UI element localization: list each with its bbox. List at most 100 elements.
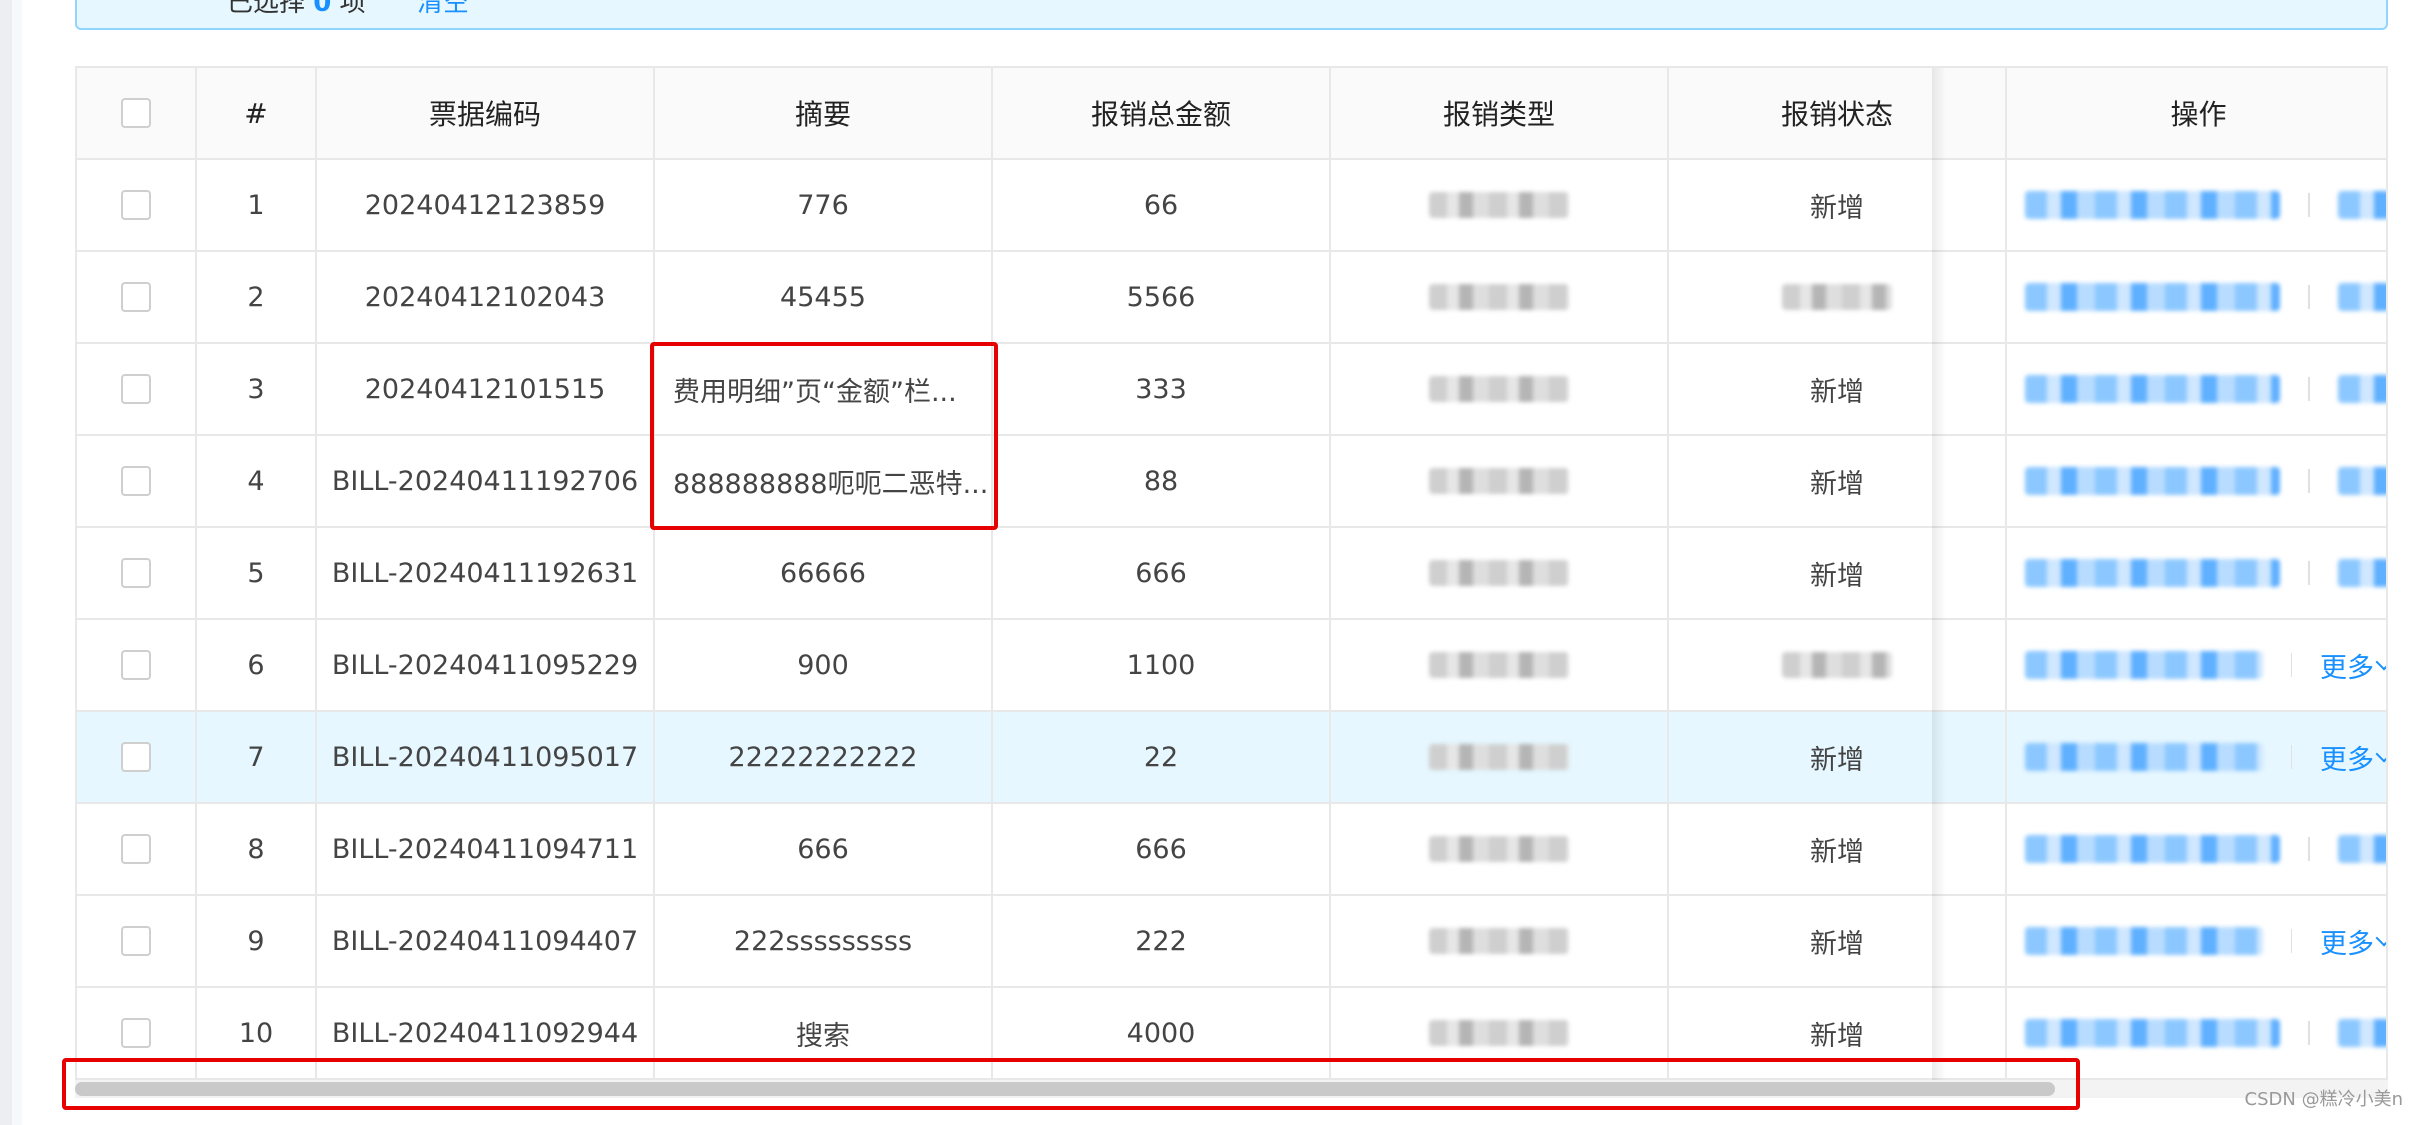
blurred-status-text (1782, 284, 1892, 310)
blurred-more-link[interactable] (2337, 559, 2386, 587)
row-total-amount: 666 (993, 804, 1331, 896)
row-select-cell (77, 528, 197, 620)
row-checkbox[interactable] (121, 466, 151, 496)
row-summary: 搜索 (655, 988, 993, 1080)
blurred-more-link[interactable] (2337, 375, 2386, 403)
page-left-gutter (0, 0, 12, 1125)
horizontal-scrollbar-thumb[interactable] (75, 1082, 2055, 1096)
row-checkbox[interactable] (121, 558, 151, 588)
row-reimbursement-status: 新增 (1669, 436, 2007, 528)
header-summary: 摘要 (655, 68, 993, 160)
row-bill-code: 20240412123859 (317, 160, 655, 252)
row-index: 7 (197, 712, 317, 804)
more-dropdown-link[interactable]: 更多 (2320, 738, 2386, 777)
row-checkbox[interactable] (121, 374, 151, 404)
row-select-cell (77, 988, 197, 1080)
row-checkbox[interactable] (121, 834, 151, 864)
row-select-cell (77, 160, 197, 252)
selection-count: 0 (313, 0, 332, 18)
blurred-more-link[interactable] (2337, 1019, 2386, 1047)
row-bill-code: BILL-20240411095017 (317, 712, 655, 804)
row-summary: 888888888呃呃二恶特... (655, 436, 993, 528)
blurred-action-links[interactable] (2025, 743, 2263, 771)
row-bill-code: BILL-20240411092944 (317, 988, 655, 1080)
blurred-more-link[interactable] (2337, 191, 2386, 219)
table-row[interactable]: 5 BILL-20240411192631 66666 666 新增 (77, 528, 2386, 620)
row-total-amount: 666 (993, 528, 1331, 620)
blurred-action-links[interactable] (2025, 927, 2263, 955)
row-reimbursement-status: 新增 (1669, 160, 2007, 252)
row-bill-code: BILL-20240411095229 (317, 620, 655, 712)
row-index: 10 (197, 988, 317, 1080)
row-reimbursement-type (1331, 436, 1669, 528)
table-row[interactable]: 9 BILL-20240411094407 222sssssssss 222 新增 更多 (77, 896, 2386, 988)
table-row[interactable]: 4 BILL-20240411192706 888888888呃呃二恶特... 88 新… (77, 436, 2386, 528)
table-row[interactable]: 1 20240412123859 776 66 新增 (77, 160, 2386, 252)
table-row[interactable]: 3 20240412101515 费用明细”页“金额”栏... 333 新增 (77, 344, 2386, 436)
blurred-action-links[interactable] (2025, 651, 2263, 679)
action-divider (2308, 1021, 2310, 1045)
status-text: 新增 (1810, 560, 1864, 592)
header-reimbursement-status: 报销状态 (1669, 68, 2007, 160)
blurred-type-text (1429, 1020, 1569, 1046)
blurred-action-links[interactable] (2025, 559, 2280, 587)
blurred-action-links[interactable] (2025, 375, 2280, 403)
row-checkbox[interactable] (121, 190, 151, 220)
row-checkbox[interactable] (121, 742, 151, 772)
table-row[interactable]: 7 BILL-20240411095017 22222222222 22 新增 更多 (77, 712, 2386, 804)
table-row[interactable]: 2 20240412102043 45455 5566 (77, 252, 2386, 344)
blurred-action-links[interactable] (2025, 835, 2280, 863)
chevron-down-icon (2375, 929, 2386, 947)
blurred-action-links[interactable] (2025, 467, 2280, 495)
row-actions: 更多 (2007, 620, 2386, 712)
row-actions (2007, 436, 2386, 528)
row-bill-code: BILL-20240411192631 (317, 528, 655, 620)
row-reimbursement-type (1331, 252, 1669, 344)
table-header-row: # 票据编码 摘要 报销总金额 报销类型 报销状态 操作 (77, 68, 2386, 160)
row-checkbox[interactable] (121, 1018, 151, 1048)
table-row[interactable]: 10 BILL-20240411092944 搜索 4000 新增 (77, 988, 2386, 1080)
status-text: 新增 (1810, 468, 1864, 500)
row-bill-code: BILL-20240411192706 (317, 436, 655, 528)
blurred-action-links[interactable] (2025, 283, 2280, 311)
select-all-checkbox[interactable] (121, 98, 151, 128)
row-reimbursement-status: 新增 (1669, 528, 2007, 620)
action-divider (2290, 745, 2292, 769)
blurred-type-text (1429, 192, 1569, 218)
row-actions (2007, 344, 2386, 436)
more-dropdown-link[interactable]: 更多 (2320, 646, 2386, 685)
blurred-action-links[interactable] (2025, 1019, 2280, 1047)
blurred-action-links[interactable] (2025, 191, 2280, 219)
row-total-amount: 333 (993, 344, 1331, 436)
table-row[interactable]: 8 BILL-20240411094711 666 666 新增 (77, 804, 2386, 896)
row-checkbox[interactable] (121, 282, 151, 312)
row-reimbursement-type (1331, 804, 1669, 896)
row-checkbox[interactable] (121, 926, 151, 956)
row-index: 2 (197, 252, 317, 344)
row-reimbursement-type (1331, 896, 1669, 988)
row-summary: 45455 (655, 252, 993, 344)
table-row[interactable]: 6 BILL-20240411095229 900 1100 更多 (77, 620, 2386, 712)
blurred-more-link[interactable] (2337, 283, 2386, 311)
header-bill-code: 票据编码 (317, 68, 655, 160)
header-select-all-cell (77, 68, 197, 160)
action-divider (2308, 469, 2310, 493)
status-text: 新增 (1810, 928, 1864, 960)
blurred-more-link[interactable] (2337, 467, 2386, 495)
row-index: 1 (197, 160, 317, 252)
row-reimbursement-type (1331, 160, 1669, 252)
row-select-cell (77, 344, 197, 436)
row-bill-code: 20240412102043 (317, 252, 655, 344)
blurred-more-link[interactable] (2337, 835, 2386, 863)
header-reimbursement-type: 报销类型 (1331, 68, 1669, 160)
row-actions (2007, 252, 2386, 344)
header-index: # (197, 68, 317, 160)
blurred-type-text (1429, 560, 1569, 586)
clear-selection-link[interactable]: 清空 (417, 0, 469, 19)
row-total-amount: 222 (993, 896, 1331, 988)
row-checkbox[interactable] (121, 650, 151, 680)
blurred-type-text (1429, 376, 1569, 402)
row-reimbursement-type (1331, 344, 1669, 436)
row-select-cell (77, 436, 197, 528)
more-dropdown-link[interactable]: 更多 (2320, 922, 2386, 961)
